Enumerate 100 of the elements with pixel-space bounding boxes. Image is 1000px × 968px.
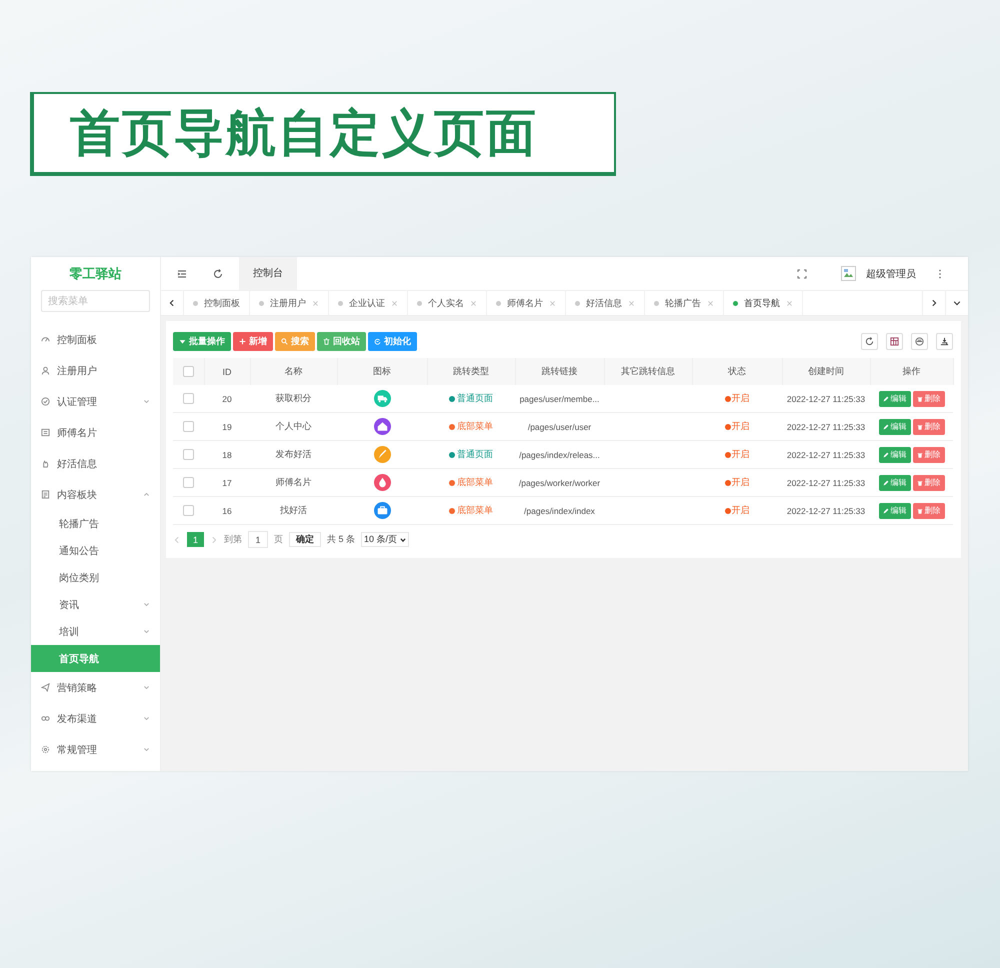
search-field[interactable]: 搜索菜单 — [41, 290, 150, 312]
tab[interactable]: 轮播广告 — [645, 291, 724, 315]
select-all-checkbox[interactable] — [182, 366, 194, 378]
tab[interactable]: 企业认证 — [329, 291, 408, 315]
column-header: 名称 — [250, 358, 337, 385]
sidebar-item[interactable]: 培训 — [31, 618, 160, 645]
table-cell: 18 — [204, 440, 250, 468]
sidebar-item[interactable]: 岗位类别 — [31, 564, 160, 591]
sidebar-item[interactable]: 控制面板 — [31, 324, 160, 355]
row-checkbox[interactable] — [183, 477, 194, 488]
next-page-icon[interactable] — [210, 536, 218, 544]
gear-icon — [41, 745, 50, 754]
reset-icon — [374, 338, 381, 345]
table-cell: 19 — [204, 412, 250, 440]
row-checkbox[interactable] — [183, 449, 194, 460]
row-checkbox[interactable] — [183, 505, 194, 516]
table-cell: /pages/user/user — [515, 412, 604, 440]
table-cell: 发布好活 — [250, 440, 337, 468]
export-button[interactable] — [936, 333, 953, 350]
jump-type-tag: 底部菜单 — [449, 476, 493, 489]
refresh-icon[interactable] — [213, 268, 223, 278]
sidebar-item[interactable]: 轮播广告 — [31, 510, 160, 537]
table-cell: 2022-12-27 11:25:33 — [782, 440, 870, 468]
column-header: 跳转类型 — [427, 358, 515, 385]
close-icon[interactable] — [470, 300, 477, 306]
chevron-right-icon — [930, 299, 938, 307]
page-unit-label: 页 — [274, 533, 284, 546]
gauge-icon — [41, 335, 50, 344]
table-cell: pages/user/membe... — [515, 385, 604, 412]
tab[interactable]: 个人实名 — [408, 291, 487, 315]
previous-page-icon[interactable] — [173, 536, 181, 544]
card-icon — [41, 428, 50, 437]
column-header: 图标 — [337, 358, 427, 385]
sidebar-item[interactable]: 资讯 — [31, 591, 160, 618]
close-icon[interactable] — [628, 300, 635, 306]
table-cell: 16 — [204, 496, 250, 524]
chevron-down-icon — [400, 536, 406, 542]
total-count: 共 5 条 — [327, 533, 356, 546]
close-icon[interactable] — [786, 300, 793, 306]
page-tab[interactable]: 控制台 — [239, 257, 297, 290]
table-cell: 17 — [204, 468, 250, 496]
sidebar-item[interactable]: 注册用户 — [31, 355, 160, 386]
tab[interactable]: 首页导航 — [724, 291, 803, 315]
trash-icon — [323, 338, 330, 345]
table-cell: 2022-12-27 11:25:33 — [782, 385, 870, 412]
sidebar-item[interactable]: 营销策略 — [31, 672, 160, 703]
confirm-button[interactable]: 确定 — [289, 532, 322, 547]
trash-icon — [916, 480, 922, 486]
close-icon[interactable] — [707, 300, 714, 306]
page-size-select[interactable]: 10 条/页 — [361, 532, 410, 547]
row-checkbox[interactable] — [183, 393, 194, 404]
sidebar-item[interactable]: 师傅名片 — [31, 417, 160, 448]
column-header: ID — [204, 358, 250, 385]
status-tag: 开启 — [724, 392, 750, 405]
pencil-icon — [882, 452, 888, 458]
columns-button[interactable] — [886, 333, 903, 350]
status-tag: 开启 — [724, 448, 750, 461]
pencil-icon — [882, 396, 888, 402]
search-icon — [281, 338, 288, 345]
person-icon — [41, 366, 50, 375]
tab[interactable]: 控制面板 — [184, 291, 250, 315]
broken-image-icon — [841, 266, 856, 281]
refresh-button[interactable] — [861, 333, 878, 350]
tab[interactable]: 师傅名片 — [487, 291, 566, 315]
trash-icon — [916, 424, 922, 430]
jump-type-tag: 底部菜单 — [449, 420, 493, 433]
page-input[interactable]: 1 — [248, 531, 268, 548]
sidebar-item[interactable]: 通知公告 — [31, 537, 160, 564]
table-cell: /pages/index/releas... — [515, 440, 604, 468]
table-cell: 个人中心 — [250, 412, 337, 440]
link-icon — [41, 714, 50, 723]
pencil-icon — [882, 480, 888, 486]
sidebar-item[interactable]: 内容板块 — [31, 479, 160, 510]
app-logo: 零工驿站 — [68, 264, 122, 282]
trash-icon — [916, 396, 922, 402]
sidebar-item[interactable]: 认证管理 — [31, 386, 160, 417]
more-icon[interactable] — [938, 268, 942, 278]
fullscreen-icon[interactable] — [797, 268, 807, 278]
jump-type-tag: 普通页面 — [449, 392, 493, 405]
row-checkbox[interactable] — [183, 421, 194, 432]
tab[interactable]: 好活信息 — [566, 291, 645, 315]
user-name[interactable]: 超级管理员 — [866, 266, 916, 280]
close-icon[interactable] — [391, 300, 398, 306]
tab[interactable]: 注册用户 — [250, 291, 329, 315]
table-cell: 获取积分 — [250, 385, 337, 412]
table-cell: 找好活 — [250, 496, 337, 524]
sidebar-item[interactable]: 好活信息 — [31, 448, 160, 479]
table-cell: 2022-12-27 11:25:33 — [782, 468, 870, 496]
close-icon[interactable] — [549, 300, 556, 306]
sidebar-item[interactable]: 发布渠道 — [31, 703, 160, 734]
refresh-icon — [865, 337, 874, 346]
column-header: 操作 — [870, 358, 953, 385]
sidebar-item[interactable]: 常规管理 — [31, 734, 160, 765]
table-cell: 20 — [204, 385, 250, 412]
close-icon[interactable] — [312, 300, 319, 306]
table-cell: /pages/index/index — [515, 496, 604, 524]
trash-icon — [916, 452, 922, 458]
column-header: 跳转链接 — [515, 358, 604, 385]
menu-icon[interactable] — [177, 268, 187, 278]
chevron-left-icon — [168, 299, 176, 307]
